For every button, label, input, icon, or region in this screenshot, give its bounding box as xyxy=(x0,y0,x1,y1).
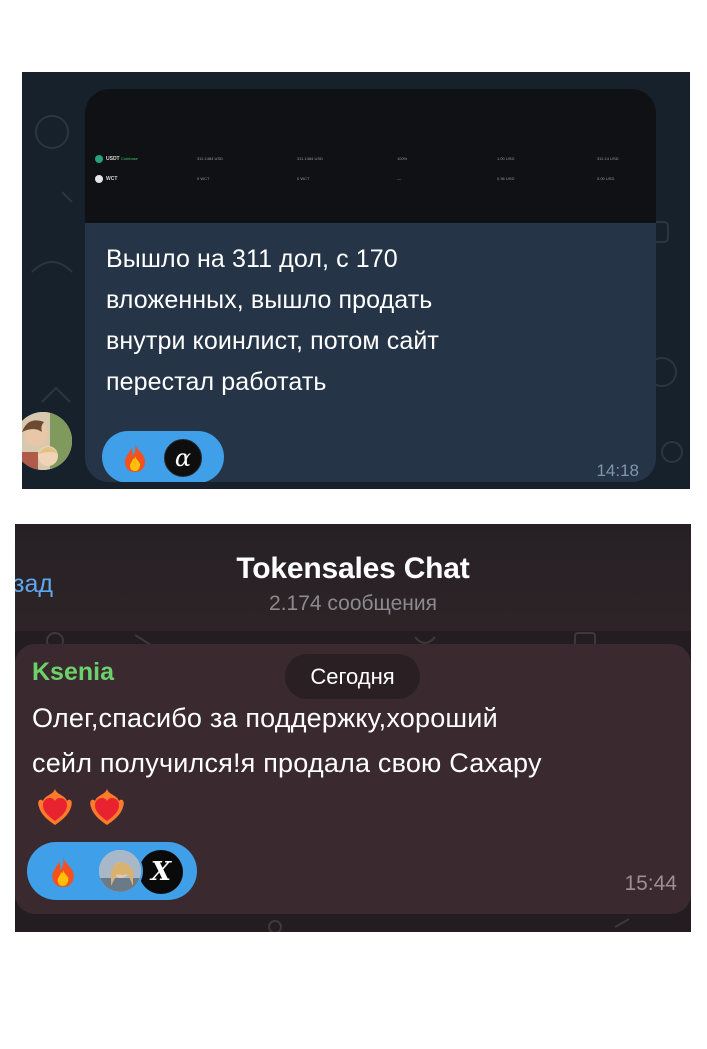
chat-subtitle: 2.174 сообщения xyxy=(269,592,437,615)
message-bubble[interactable]: Ksenia Сегодня Олег,спасибо за поддержку… xyxy=(15,644,691,914)
message-time: 14:18 xyxy=(596,461,639,480)
coin-tag: Coinbase xyxy=(121,156,138,161)
reaction-pill[interactable]: X xyxy=(27,842,197,900)
date-separator: Сегодня xyxy=(285,654,420,699)
message-line: Вышло на 311 дол, с 170 xyxy=(106,245,398,273)
table-cell: 311.1484 USD xyxy=(197,156,223,161)
chat-header: зад Tokensales Chat 2.174 сообщения xyxy=(15,524,691,631)
usdt-coin-icon xyxy=(95,155,103,163)
table-cell: 311.1484 USD xyxy=(297,156,323,161)
message-line: вложенных, вышло продать xyxy=(106,286,433,314)
table-cell: 0 WCT xyxy=(297,176,310,181)
heart-on-fire-icon xyxy=(90,789,125,825)
message-text: Олег,спасибо за поддержку,хороший сейл п… xyxy=(32,696,682,786)
message-text: Вышло на 311 дол, с 170 вложенных, вышло… xyxy=(106,239,636,403)
portfolio-screenshot[interactable]: USDT Coinbase 311.1484 USD 311.1484 USD … xyxy=(85,89,656,223)
message-line: внутри коинлист, потом сайт xyxy=(106,327,439,355)
message-bubble[interactable]: USDT Coinbase 311.1484 USD 311.1484 USD … xyxy=(85,89,656,482)
coin-ticker: USDT xyxy=(106,156,120,162)
table-row: USDT Coinbase 311.1484 USD 311.1484 USD … xyxy=(85,155,656,165)
emoji-line xyxy=(35,787,135,832)
table-cell: 0.36 USD xyxy=(497,176,515,181)
table-cell: 0.00 USD xyxy=(597,176,615,181)
chat-screenshot-2: зад Tokensales Chat 2.174 сообщения Ksen… xyxy=(15,524,691,932)
x-avatar-icon: X xyxy=(139,850,183,894)
table-cell: 100% xyxy=(397,156,408,161)
alpha-avatar-icon: α xyxy=(164,439,202,477)
heart-on-fire-icon xyxy=(38,789,72,825)
table-cell: 0 WCT xyxy=(197,176,210,181)
table-row: WCT 0 WCT 0 WCT — 0.36 USD 0.00 USD xyxy=(85,175,656,185)
fire-emoji-icon xyxy=(125,444,146,472)
sender-name[interactable]: Ksenia xyxy=(32,658,114,687)
reaction-pill[interactable]: α xyxy=(102,431,224,482)
wct-coin-icon xyxy=(95,175,103,183)
chat-title[interactable]: Tokensales Chat xyxy=(15,552,691,586)
table-cell: 311.14 USD xyxy=(597,156,619,161)
coin-ticker: WCT xyxy=(106,176,118,182)
message-time: 15:44 xyxy=(624,872,677,895)
reactor-avatar xyxy=(97,848,143,894)
message-line: Олег,спасибо за поддержку,хороший xyxy=(32,703,498,733)
table-cell: 1.00 USD xyxy=(497,156,515,161)
message-line: перестал работать xyxy=(106,368,327,396)
chat-screenshot-1: USDT Coinbase 311.1484 USD 311.1484 USD … xyxy=(22,72,690,489)
avatar-photo-icon xyxy=(99,850,141,892)
table-cell: — xyxy=(397,176,401,181)
fire-emoji-icon xyxy=(52,857,74,887)
message-line: сейл получился!я продала свою Сахару xyxy=(32,748,542,778)
